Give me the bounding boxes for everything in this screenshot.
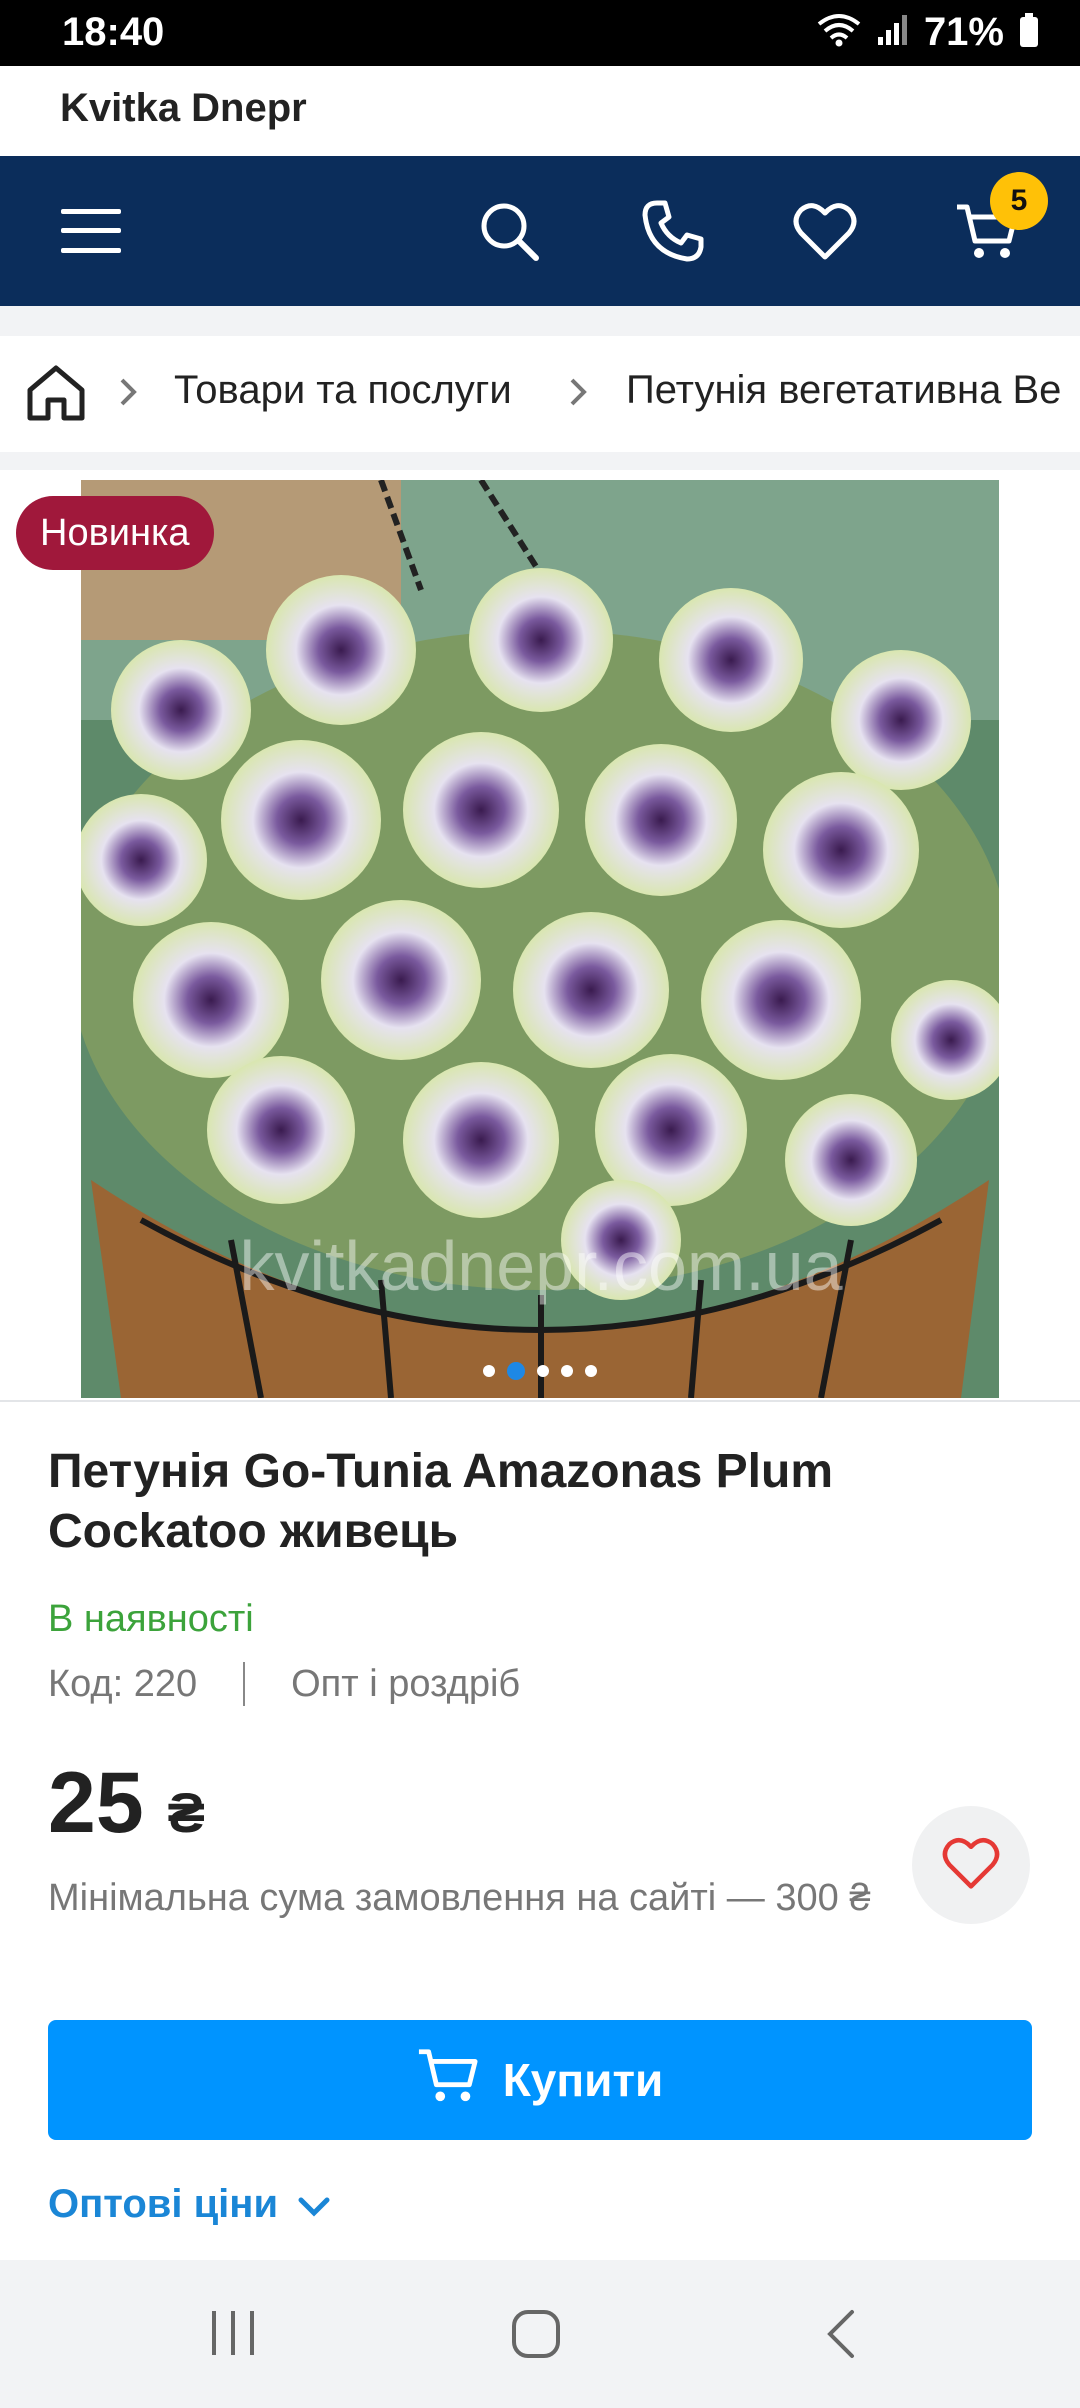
product-meta: Код: 220 Опт і роздріб (48, 1662, 520, 1706)
buy-button[interactable]: Купити (48, 2020, 1032, 2140)
buy-button-label: Купити (502, 2054, 664, 2106)
wholesale-label: Оптові ціни (48, 2182, 279, 2226)
availability-status: В наявності (48, 1598, 254, 1640)
price-value: 25 (48, 1755, 144, 1851)
nav-bar (0, 156, 1080, 306)
gallery-dot-active[interactable] (507, 1362, 525, 1380)
chevron-down-icon (298, 2182, 330, 2227)
system-navigation-bar (0, 2262, 1080, 2408)
menu-icon[interactable] (56, 196, 126, 266)
site-title[interactable]: Kvitka Dnepr (60, 86, 307, 131)
breadcrumb-item[interactable]: Товари та послуги (174, 368, 512, 413)
gallery-dot[interactable] (561, 1365, 573, 1377)
chevron-right-icon (118, 376, 138, 413)
product-code: Код: 220 (48, 1662, 198, 1705)
chevron-right-icon (568, 376, 588, 413)
cart-icon (417, 2044, 479, 2117)
new-badge: Новинка (16, 496, 214, 570)
gallery-dot[interactable] (585, 1365, 597, 1377)
home-icon[interactable] (510, 2308, 562, 2365)
battery-percent: 71% (923, 10, 1004, 54)
divider (243, 1662, 246, 1706)
status-bar: 18:40 71% (0, 0, 1080, 66)
heart-icon[interactable] (790, 196, 860, 266)
sale-type: Опт і роздріб (291, 1662, 521, 1705)
price-currency: ₴ (167, 1781, 205, 1844)
heart-icon (941, 1836, 1001, 1895)
status-icons: 71% (816, 10, 1040, 55)
wholesale-prices-toggle[interactable]: Оптові ціни (48, 2182, 330, 2227)
gallery-dot[interactable] (483, 1365, 495, 1377)
add-to-favorites-button[interactable] (912, 1806, 1030, 1924)
product-title: Петунія Go-Tunia Amazonas Plum Cockatoo … (48, 1445, 834, 1558)
search-icon[interactable] (474, 196, 544, 266)
home-icon[interactable] (26, 364, 86, 427)
recent-apps-icon[interactable] (208, 2308, 258, 2363)
phone-icon[interactable] (638, 196, 708, 266)
product-photo[interactable]: kvitkadnepr.com.ua (81, 480, 999, 1398)
product-price: 25 ₴ (48, 1754, 205, 1853)
product-card: Петунія Go-Tunia Amazonas Plum Cockatoo … (0, 1400, 1080, 2260)
watermark: kvitkadnepr.com.ua (239, 1227, 842, 1305)
back-icon[interactable] (822, 2308, 858, 2365)
min-order-note: Мінімальна сума замовлення на сайті — 30… (48, 1877, 871, 1919)
gallery-pagination[interactable] (483, 1362, 597, 1380)
site-header: Kvitka Dnepr (0, 66, 1080, 156)
status-time: 18:40 (62, 10, 165, 54)
wifi-icon (816, 12, 862, 53)
breadcrumb-item-current[interactable]: Петунія вегетативна Ве (626, 368, 1061, 413)
breadcrumb: Товари та послуги Петунія вегетативна Ве (0, 336, 1080, 452)
cart-count-badge[interactable]: 5 (990, 172, 1048, 230)
signal-icon (876, 13, 910, 52)
gallery-dot[interactable] (537, 1365, 549, 1377)
battery-icon (1018, 12, 1040, 53)
product-gallery[interactable]: kvitkadnepr.com.ua Новинка (0, 470, 1080, 1400)
